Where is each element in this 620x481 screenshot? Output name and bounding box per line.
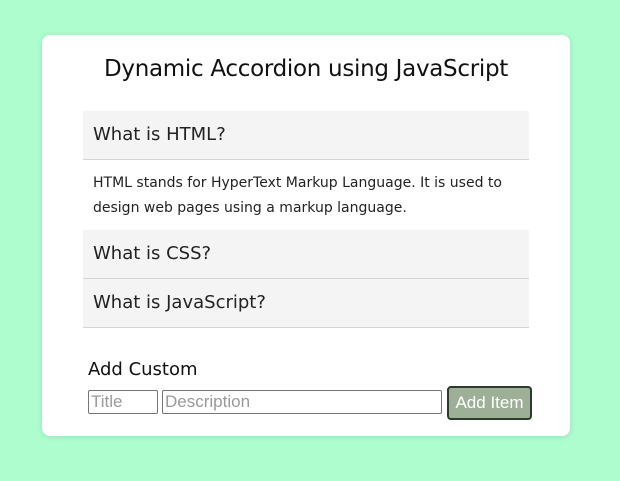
accordion: What is HTML? HTML stands for HyperText … xyxy=(83,111,529,328)
add-item-button[interactable]: Add Item xyxy=(447,386,532,420)
accordion-body-html: HTML stands for HyperText Markup Languag… xyxy=(83,160,529,230)
title-input[interactable] xyxy=(88,390,158,414)
page-title: Dynamic Accordion using JavaScript xyxy=(104,56,508,82)
description-input[interactable] xyxy=(162,390,442,414)
add-custom-heading: Add Custom xyxy=(88,359,198,380)
accordion-header-html[interactable]: What is HTML? xyxy=(83,111,529,160)
accordion-card: Dynamic Accordion using JavaScript What … xyxy=(42,35,570,436)
accordion-header-css[interactable]: What is CSS? xyxy=(83,230,529,279)
accordion-header-javascript[interactable]: What is JavaScript? xyxy=(83,279,529,328)
